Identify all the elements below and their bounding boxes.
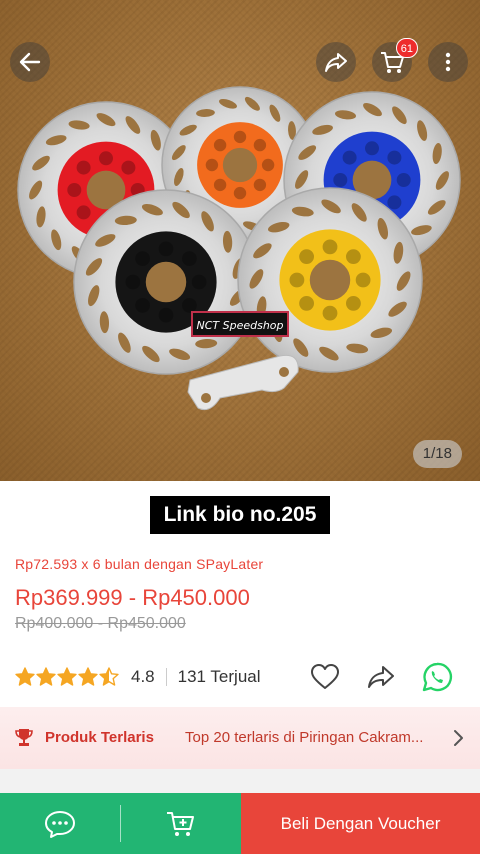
more-options-button[interactable] (428, 42, 468, 82)
original-price: Rp400.000 - Rp450.000 (15, 615, 186, 632)
share-icon (368, 666, 394, 688)
rating-row[interactable]: 4.8 131 Terjual (15, 662, 261, 692)
share-product-button[interactable] (364, 660, 398, 694)
heart-icon (311, 664, 339, 689)
share-button[interactable] (316, 42, 356, 82)
divider (165, 668, 167, 686)
rating-stars (15, 667, 119, 687)
add-cart-icon (167, 811, 194, 836)
favorite-button[interactable] (308, 660, 342, 694)
product-price: Rp369.999 - Rp450.000 (15, 585, 250, 610)
cart-button[interactable]: 61 (372, 38, 418, 82)
whatsapp-icon (422, 662, 453, 692)
installment-info[interactable]: Rp72.593 x 6 bulan dengan SPayLater (15, 556, 263, 572)
best-seller-description: Top 20 terlaris di Piringan Cakram... (185, 729, 424, 746)
chat-button[interactable] (0, 793, 120, 854)
brake-disc (73, 189, 259, 375)
video-caption: Link bio no.205 (150, 496, 330, 534)
product-image-carousel[interactable]: NCT Speedshop 61 1/18 (0, 0, 480, 481)
chat-icon (45, 810, 75, 838)
arrow-left-icon (19, 52, 41, 72)
chevron-right-icon (454, 730, 463, 746)
star-icon (78, 667, 98, 686)
add-to-cart-button[interactable] (121, 793, 241, 854)
trophy-icon (15, 729, 33, 746)
bottom-action-bar: Beli Dengan Voucher (0, 793, 480, 854)
cart-count-badge: 61 (395, 38, 418, 58)
rating-value: 4.8 (131, 667, 155, 686)
brand-sticker: NCT Speedshop (196, 319, 283, 332)
brake-disc (237, 187, 423, 373)
sold-count: 131 Terjual (177, 667, 261, 686)
best-seller-label: Produk Terlaris (45, 729, 154, 746)
best-seller-banner[interactable]: Produk Terlaris Top 20 terlaris di Pirin… (0, 707, 480, 769)
section-divider (0, 769, 480, 793)
image-counter: 1/18 (412, 440, 462, 468)
buy-with-voucher-button[interactable]: Beli Dengan Voucher (241, 793, 480, 854)
secondary-actions (0, 793, 241, 854)
star-icon (15, 667, 35, 686)
star-icon (57, 667, 77, 686)
back-button[interactable] (10, 42, 50, 82)
star-icon (36, 667, 56, 686)
star-icon (99, 667, 119, 686)
whatsapp-share-button[interactable] (420, 660, 454, 694)
more-vertical-icon (445, 52, 451, 72)
share-icon (325, 53, 347, 72)
